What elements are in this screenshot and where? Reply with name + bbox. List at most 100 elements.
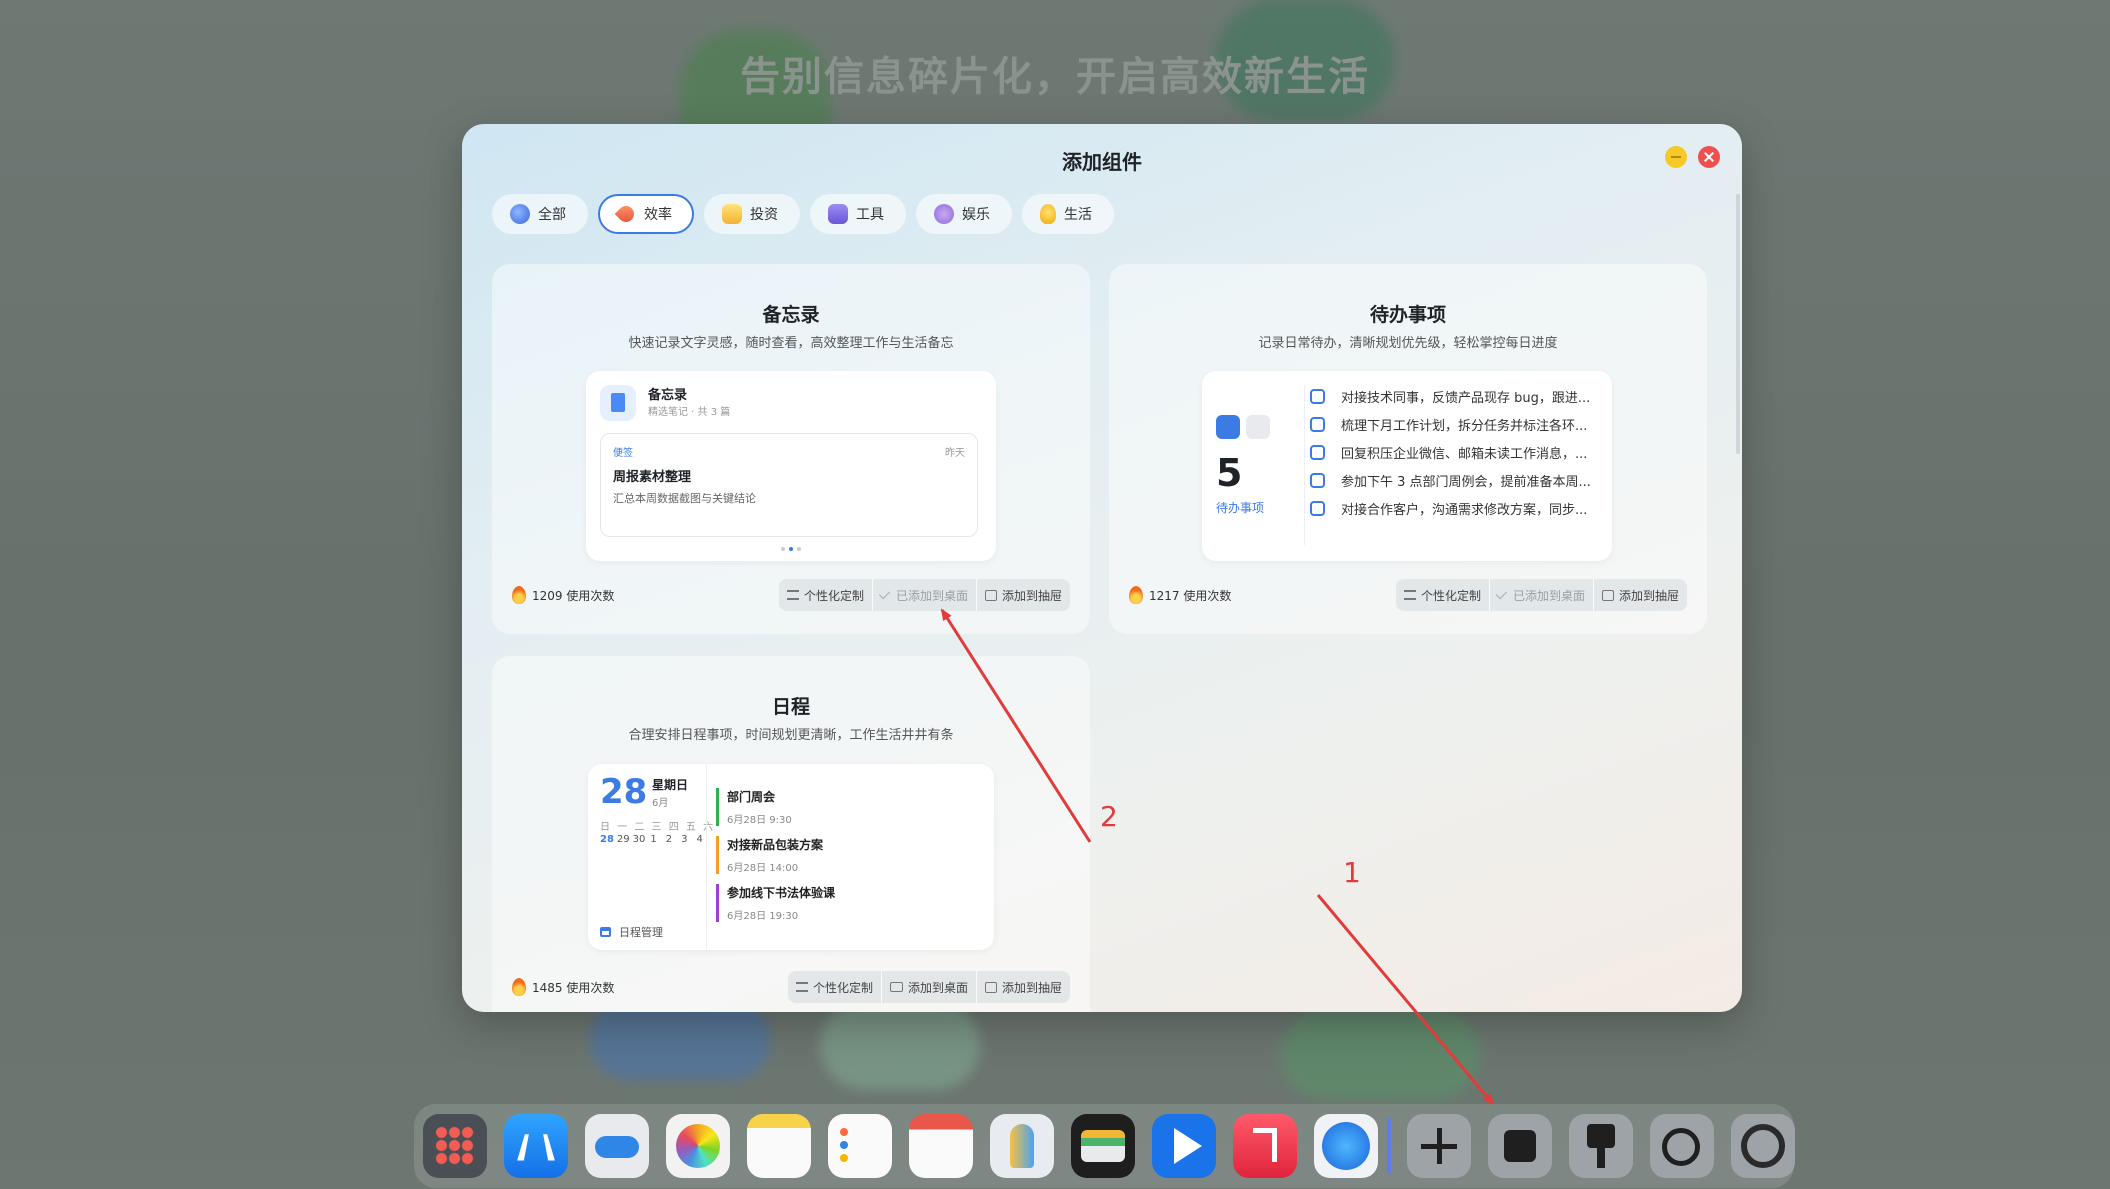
tab-all[interactable]: 全部 [492, 194, 588, 234]
add-to-drawer-button[interactable]: 添加到抽屉 [975, 579, 1070, 611]
checkbox[interactable] [1310, 417, 1325, 432]
music-icon[interactable] [1233, 1114, 1297, 1178]
brush-icon[interactable] [1569, 1114, 1633, 1178]
calendar-date[interactable]: 2 [666, 834, 672, 845]
safari-icon[interactable] [1314, 1114, 1378, 1178]
event-item[interactable]: 参加线下书法体验课 6月28日 19:30 [716, 884, 835, 922]
todo-item[interactable]: 回复积压企业微信、邮箱未读工作消息，... [1310, 443, 1587, 462]
tab-life[interactable]: 生活 [1022, 194, 1114, 234]
minimize-button[interactable] [1665, 146, 1687, 168]
sliders-icon [795, 982, 808, 992]
calendar-icon [600, 927, 611, 937]
widget-description: 记录日常待办，清晰规划优先级，轻松掌控每日进度 [1258, 336, 1558, 351]
checkbox[interactable] [1310, 445, 1325, 460]
toolbox-icon [828, 204, 848, 224]
add-to-desktop-button[interactable]: 添加到桌面 [880, 971, 976, 1003]
dock-divider [1387, 1118, 1391, 1174]
grid-view-icon[interactable] [1246, 415, 1270, 439]
checkbox[interactable] [1310, 501, 1325, 516]
reminders-icon[interactable] [828, 1114, 892, 1178]
compass [1322, 1122, 1370, 1170]
add-to-drawer-button[interactable]: 添加到抽屉 [975, 971, 1070, 1003]
brush-handle [1597, 1148, 1605, 1168]
tab-label: 效率 [644, 207, 672, 223]
sliders-icon [1403, 590, 1416, 600]
video-player-icon[interactable] [1152, 1114, 1216, 1178]
todo-item[interactable]: 参加下午 3 点部门周例会，提前准备本周... [1310, 471, 1591, 490]
added-to-desktop-button[interactable]: 已添加到桌面 [1488, 579, 1593, 611]
security-icon[interactable] [1650, 1114, 1714, 1178]
launchpad-icon[interactable] [423, 1114, 487, 1178]
widgets-puzzle-icon[interactable] [1488, 1114, 1552, 1178]
calendar-date[interactable]: 4 [697, 834, 703, 845]
reminder-dots [840, 1128, 848, 1136]
page-dot-active [789, 547, 793, 551]
gamepad-icon [934, 204, 954, 224]
add-icon[interactable] [1407, 1114, 1471, 1178]
tab-label: 娱乐 [962, 207, 990, 223]
tab-label: 工具 [856, 207, 884, 223]
list-view-icon[interactable] [1216, 415, 1240, 439]
add-to-drawer-button[interactable]: 添加到抽屉 [1592, 579, 1687, 611]
widget-title: 待办事项 [1369, 304, 1446, 326]
tab-entertainment[interactable]: 娱乐 [916, 194, 1012, 234]
wallet-icon[interactable] [1071, 1114, 1135, 1178]
customize-button[interactable]: 个性化定制 [1396, 579, 1489, 611]
customize-label: 个性化定制 [812, 980, 873, 995]
add-desktop-label: 添加到桌面 [907, 980, 968, 995]
event-item[interactable]: 部门周会 6月28日 9:30 [716, 788, 792, 826]
added-desktop-label: 已添加到桌面 [895, 588, 968, 603]
calendar-icon[interactable] [909, 1114, 973, 1178]
calendar-date[interactable]: 3 [681, 834, 687, 845]
todo-item[interactable]: 梳理下月工作计划，拆分任务并标注各环... [1310, 415, 1587, 434]
widget-card-todo: 待办事项 记录日常待办，清晰规划优先级，轻松掌控每日进度 5 待办事项 对接技术… [1109, 264, 1707, 634]
usage-count: 1209 使用次数 [512, 586, 614, 604]
tab-investment[interactable]: 投资 [704, 194, 800, 234]
add-widget-dialog: 添加组件 全部 效率 投资 工具 娱乐 生活 备忘录 快速记录文字灵感，随时查看… [462, 124, 1742, 1012]
usage-text: 1217 使用次数 [1149, 588, 1232, 603]
widget-description: 快速记录文字灵感，随时查看，高效整理工作与生活备忘 [628, 336, 954, 351]
added-desktop-label: 已添加到桌面 [1512, 588, 1585, 603]
app-store-icon[interactable] [504, 1114, 568, 1178]
wallet-cards [1081, 1130, 1125, 1162]
bulb-icon [1040, 204, 1056, 224]
calendar-date[interactable]: 29 [617, 834, 630, 845]
widget-preview: 5 待办事项 对接技术同事，反馈产品现存 bug，跟进... 梳理下月工作计划，… [1202, 371, 1612, 561]
widget-card-memo: 备忘录 快速记录文字灵感，随时查看，高效整理工作与生活备忘 备忘录 精选笔记 ·… [492, 264, 1090, 634]
tab-label: 生活 [1064, 207, 1092, 223]
todo-text: 对接技术同事，反馈产品现存 bug，跟进... [1341, 391, 1591, 406]
todo-item[interactable]: 对接技术同事，反馈产品现存 bug，跟进... [1310, 387, 1590, 406]
keychain-icon[interactable] [990, 1114, 1054, 1178]
close-button[interactable] [1698, 146, 1720, 168]
settings-icon[interactable] [1731, 1114, 1795, 1178]
widget-description: 合理安排日程事项，时间规划更清晰，工作生活井井有条 [628, 728, 954, 743]
customize-button[interactable]: 个性化定制 [788, 971, 881, 1003]
tab-tools[interactable]: 工具 [810, 194, 906, 234]
calendar-date[interactable]: 1 [650, 834, 656, 845]
note-card[interactable]: 便签 昨天 周报素材整理 汇总本周数据截图与关键结论 [600, 433, 978, 537]
event-item[interactable]: 对接新品包装方案 6月28日 14:00 [716, 836, 823, 874]
scrollbar[interactable] [1736, 194, 1740, 454]
tab-efficiency[interactable]: 效率 [598, 194, 694, 234]
widget-actions: 个性化定制 已添加到桌面 添加到抽屉 [778, 579, 1070, 611]
checkbox[interactable] [1310, 473, 1325, 488]
photos-icon[interactable] [666, 1114, 730, 1178]
flame-icon [512, 586, 526, 604]
dialog-title: 添加组件 [1062, 150, 1142, 174]
check-icon [1495, 587, 1508, 600]
drawer-icon [1601, 589, 1614, 601]
added-to-desktop-button[interactable]: 已添加到桌面 [871, 579, 976, 611]
usage-text: 1209 使用次数 [532, 588, 615, 603]
customize-button[interactable]: 个性化定制 [779, 579, 872, 611]
checkbox[interactable] [1310, 389, 1325, 404]
dock [414, 1104, 1795, 1188]
todo-count: 5 [1216, 451, 1243, 495]
event-time: 6月28日 9:30 [727, 815, 792, 826]
calendar-day: 28 [600, 772, 648, 812]
calendar-date-today[interactable]: 28 [600, 834, 614, 845]
category-tabs: 全部 效率 投资 工具 娱乐 生活 [492, 194, 1114, 234]
todo-item[interactable]: 对接合作客户，沟通需求修改方案，同步... [1310, 499, 1587, 518]
icloud-icon[interactable] [585, 1114, 649, 1178]
notes-icon[interactable] [747, 1114, 811, 1178]
calendar-date[interactable]: 30 [633, 834, 646, 845]
